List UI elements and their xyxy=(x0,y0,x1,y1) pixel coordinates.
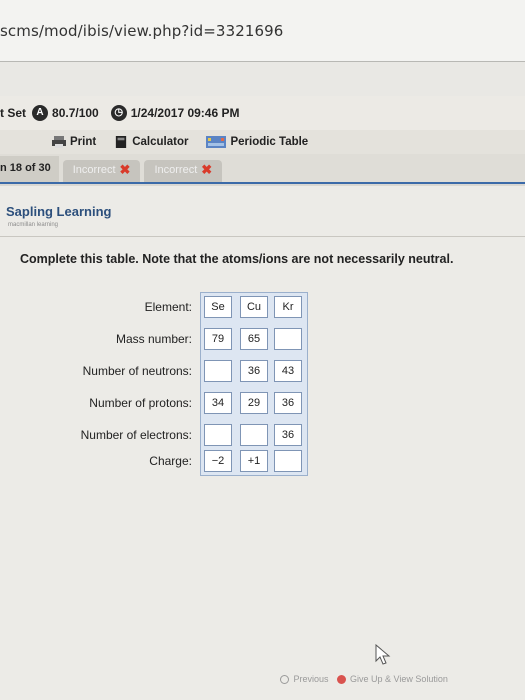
due-date: 1/24/2017 09:46 PM xyxy=(130,106,240,120)
cell-electrons-kr[interactable]: 36 xyxy=(274,424,302,446)
mouse-cursor-icon xyxy=(375,644,391,665)
brand-logo: Sapling Learning xyxy=(6,204,112,219)
cell-electrons-se[interactable] xyxy=(204,424,232,446)
cell-protons-se[interactable]: 34 xyxy=(204,392,232,414)
score-icon: A xyxy=(32,105,49,121)
incorrect-x-icon: ✖ xyxy=(119,162,131,177)
print-label: Print xyxy=(70,136,97,148)
footer-actions: Previous Give Up & View Solution xyxy=(280,674,448,685)
cell-element-se: Se xyxy=(204,296,232,318)
cell-protons-kr[interactable]: 36 xyxy=(274,392,302,414)
atom-table: Element: Mass number: Number of neutrons… xyxy=(0,292,525,592)
give-up-button[interactable]: Give Up & View Solution xyxy=(336,674,448,685)
row-label-electrons: Number of electrons: xyxy=(80,428,192,442)
tab-incorrect-1[interactable]: Incorrect ✖ xyxy=(62,160,141,182)
row-label-element: Element: xyxy=(144,300,192,314)
give-up-icon xyxy=(336,675,346,685)
periodic-table-label: Periodic Table xyxy=(230,136,309,148)
cell-mass-cu[interactable]: 65 xyxy=(240,328,268,350)
row-label-mass: Mass number: xyxy=(115,332,192,346)
table-frame xyxy=(200,292,308,476)
calculator-button[interactable]: Calculator xyxy=(114,136,188,148)
periodic-table-button[interactable]: Periodic Table xyxy=(206,136,308,148)
previous-button[interactable]: Previous xyxy=(280,674,329,685)
cell-mass-kr[interactable] xyxy=(274,328,302,350)
url-text[interactable]: scms/mod/ibis/view.php?id=3321696 xyxy=(0,22,283,40)
assignment-status-bar: t Set A 80.7/100 ◷ 1/24/2017 09:46 PM xyxy=(0,96,525,130)
browser-chrome xyxy=(0,62,525,96)
set-label: t Set xyxy=(0,106,27,120)
cell-charge-cu[interactable]: +1 xyxy=(240,450,268,472)
give-up-label: Give Up & View Solution xyxy=(350,674,448,684)
previous-icon xyxy=(280,675,289,685)
calculator-icon xyxy=(116,136,127,148)
question-prompt: Complete this table. Note that the atoms… xyxy=(20,252,454,266)
row-label-neutrons: Number of neutrons: xyxy=(82,364,192,378)
cell-charge-se[interactable]: −2 xyxy=(204,450,232,472)
cell-neutrons-kr[interactable]: 43 xyxy=(274,360,302,382)
cell-electrons-cu[interactable] xyxy=(240,424,268,446)
incorrect-x-icon: ✖ xyxy=(201,162,213,177)
question-counter: n 18 of 30 xyxy=(0,156,59,182)
cell-element-kr: Kr xyxy=(274,296,302,318)
tab-label: Incorrect xyxy=(72,164,116,176)
question-tabs: n 18 of 30 Incorrect ✖ Incorrect ✖ xyxy=(0,154,525,184)
toolbar: Print Calculator Periodic Table xyxy=(0,130,525,154)
brand-subtitle: macmillan learning xyxy=(8,222,59,228)
cell-element-cu: Cu xyxy=(240,296,268,318)
row-label-charge: Charge: xyxy=(149,454,192,468)
cell-neutrons-se[interactable] xyxy=(204,360,232,382)
tab-incorrect-2[interactable]: Incorrect ✖ xyxy=(144,160,223,182)
calculator-label: Calculator xyxy=(132,136,189,148)
score-value: 80.7/100 xyxy=(52,106,99,120)
cell-protons-cu[interactable]: 29 xyxy=(240,392,268,414)
cell-mass-se[interactable]: 79 xyxy=(204,328,232,350)
print-button[interactable]: Print xyxy=(52,136,96,148)
cell-charge-kr[interactable] xyxy=(274,450,302,472)
previous-label: Previous xyxy=(293,674,329,684)
periodic-table-icon xyxy=(206,136,227,148)
cell-neutrons-cu[interactable]: 36 xyxy=(240,360,268,382)
row-label-protons: Number of protons: xyxy=(89,396,192,410)
clock-icon: ◷ xyxy=(110,105,127,121)
tab-label: Incorrect xyxy=(154,164,198,176)
divider xyxy=(0,236,525,237)
printer-icon xyxy=(52,136,66,148)
question-content: Sapling Learning macmillan learning Comp… xyxy=(0,186,525,700)
browser-url-bar[interactable]: scms/mod/ibis/view.php?id=3321696 xyxy=(0,0,525,62)
